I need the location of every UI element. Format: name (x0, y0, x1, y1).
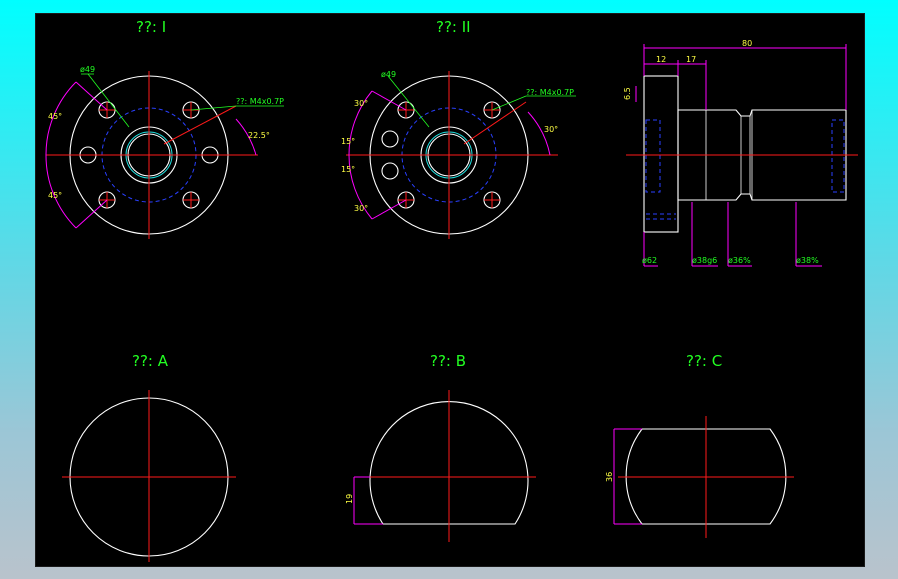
angle-top-label: 45° (48, 112, 62, 121)
side-view: 80 12 17 6.5 ø62 ø38g6 ø36% ø38% (623, 39, 858, 267)
view-2: ??: II ø49 ??: M4x0.7P 30° 15° 15° 30° 3… (341, 18, 576, 239)
tap-label: ??: M4x0.7P (236, 97, 284, 106)
view-b-title: ??: B (430, 352, 466, 370)
diameter-label-3: ø36% (728, 256, 751, 265)
angle-bottom-label: 45° (48, 191, 62, 200)
diameter-label-2: ø38g6 (692, 256, 717, 265)
total-length-label: 80 (742, 39, 752, 48)
cad-drawing: ??: I ø49 ??: M4x0.7P 45° 45° 22.5° ??: … (45, 18, 858, 562)
angle-right-label: 22.5° (248, 131, 270, 140)
diameter-label-1: ø62 (642, 256, 657, 265)
center-lines (46, 71, 258, 239)
width-label: 36 (605, 472, 614, 482)
view-a-title: ??: A (132, 352, 169, 370)
view-1: ??: I ø49 ??: M4x0.7P 45° 45° 22.5° (45, 18, 284, 239)
view-c: ??: C 36 (605, 352, 794, 538)
end-hidden-bore (831, 119, 845, 193)
flange-hidden-bore (645, 119, 661, 193)
flange-thickness-label: 12 (656, 55, 666, 64)
pcd-label: ø49 (381, 70, 396, 79)
flange-body (643, 75, 679, 233)
diameter-label-4: ø38% (796, 256, 819, 265)
angle-label-3: 15° (341, 165, 355, 174)
angle-label-2: 15° (341, 137, 355, 146)
angle-label-4: 30° (354, 204, 368, 213)
flat-label: 19 (345, 494, 354, 504)
view-2-title: ??: II (436, 18, 471, 36)
view-c-title: ??: C (686, 352, 722, 370)
angle-right-label: 30° (544, 125, 558, 134)
small-thickness-label: 6.5 (623, 87, 632, 100)
angle-label-1: 30° (354, 99, 368, 108)
drawing-sheet: ??: I ø49 ??: M4x0.7P 45° 45° 22.5° ??: … (35, 13, 865, 567)
step-length-label: 17 (686, 55, 696, 64)
pcd-label: ø49 (80, 65, 95, 74)
view-b: ??: B 19 (345, 352, 536, 542)
view-a: ??: A (62, 352, 236, 562)
tap-label: ??: M4x0.7P (526, 88, 574, 97)
view-1-title: ??: I (136, 18, 166, 36)
